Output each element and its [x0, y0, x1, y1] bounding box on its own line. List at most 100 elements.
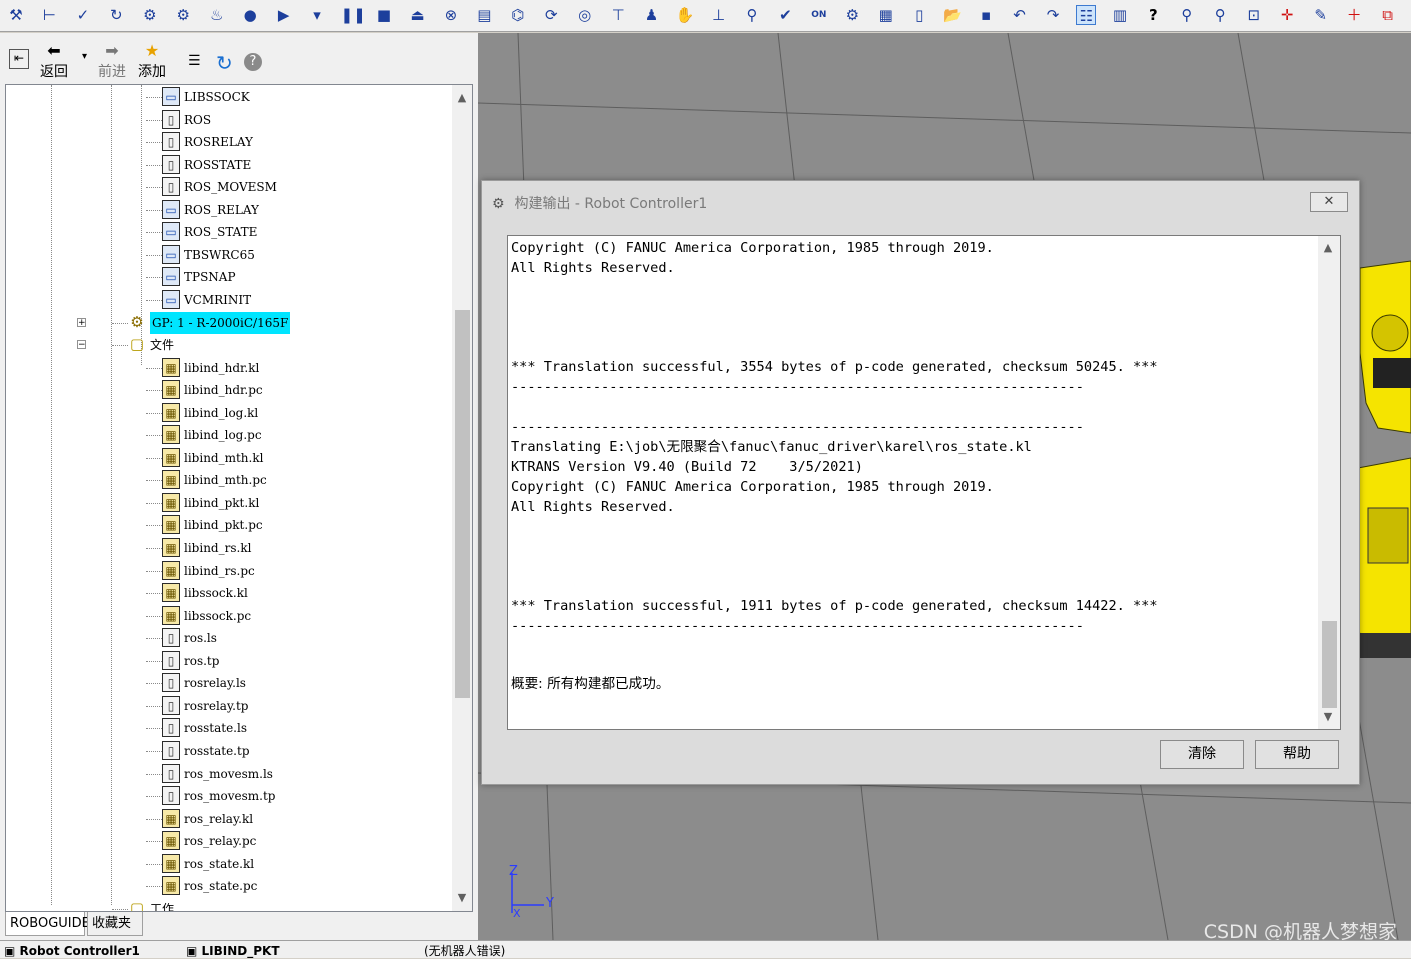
save-icon[interactable]: ▪	[976, 5, 996, 25]
close-button[interactable]: ✕	[1310, 192, 1348, 212]
eject-icon[interactable]: ⏏	[407, 5, 427, 25]
abort-icon[interactable]: ⊗	[441, 5, 461, 25]
tree-item[interactable]: ▭ ROS_STATE	[6, 221, 451, 243]
tree-item[interactable]: ▯ rosrelay.ls	[6, 672, 451, 694]
tree-item[interactable]: ▭ TBSWRC65	[6, 244, 451, 266]
tree-item-work[interactable]: ▢ 工作	[6, 898, 451, 911]
stop-icon[interactable]: ■	[374, 5, 394, 25]
chart-icon[interactable]: ▥	[1110, 5, 1130, 25]
tree-item[interactable]: ▭ VCMRINIT	[6, 289, 451, 311]
zoom-icon[interactable]: ⚲	[1177, 5, 1197, 25]
robot-controller-icon[interactable]: ⌬	[508, 5, 528, 25]
target-icon[interactable]: ◎	[575, 5, 595, 25]
tree-item[interactable]: ▦ libind_rs.pc	[6, 560, 451, 582]
tree-item[interactable]: ▯ ros_movesm.tp	[6, 785, 451, 807]
tree-item[interactable]: ▭ LIBSSOCK	[6, 86, 451, 108]
document-icon[interactable]: ▯	[909, 5, 929, 25]
collapse-icon[interactable]: ⇤	[9, 49, 29, 69]
open-folder-icon[interactable]: 📂	[943, 5, 963, 25]
move-icon[interactable]: ✛	[1277, 5, 1297, 25]
grid-icon[interactable]: ▦	[876, 5, 896, 25]
help-icon[interactable]: ?	[1143, 5, 1163, 25]
record-icon[interactable]: ●	[240, 5, 260, 25]
tree-scrollbar[interactable]: ▲ ▼	[452, 85, 472, 911]
expand-icon[interactable]: +	[77, 317, 86, 327]
measure-icon[interactable]: ⊥	[709, 5, 729, 25]
tree-item[interactable]: ▦ libind_mth.kl	[6, 447, 451, 469]
config-icon[interactable]: ⚙	[842, 5, 862, 25]
add-button[interactable]: ★ 添加	[138, 41, 166, 81]
program-icon[interactable]: ▤	[474, 5, 494, 25]
forward-button[interactable]: ➡ 前进	[98, 41, 126, 81]
tree-item[interactable]: ▦ ros_state.kl	[6, 853, 451, 875]
play-dropdown-icon[interactable]: ▾	[307, 5, 327, 25]
robot-multi-icon[interactable]: ⚙	[140, 5, 160, 25]
fire-icon[interactable]: ♨	[207, 5, 227, 25]
tree-item[interactable]: ▦ ros_relay.pc	[6, 830, 451, 852]
tree-item[interactable]: ▯ ros_movesm.ls	[6, 763, 451, 785]
tree-item[interactable]: ▦ libssock.kl	[6, 582, 451, 604]
tree-view-icon[interactable]: ☰	[188, 53, 201, 69]
user-icon[interactable]: ♟	[642, 5, 662, 25]
refresh-icon[interactable]: ↻	[216, 51, 233, 75]
tree-item[interactable]: ▦ libind_hdr.pc	[6, 379, 451, 401]
tree-item[interactable]: ▭ TPSNAP	[6, 266, 451, 288]
program-check-icon[interactable]: ✔	[775, 5, 795, 25]
scroll-thumb[interactable]	[455, 310, 470, 698]
zoom-window-icon[interactable]: ⊡	[1244, 5, 1264, 25]
zoom-out-icon[interactable]: ⚲	[1210, 5, 1230, 25]
help-button[interactable]: 帮助	[1255, 740, 1339, 769]
tree-item[interactable]: ▦ libind_log.kl	[6, 402, 451, 424]
pin-icon[interactable]: ⊤	[608, 5, 628, 25]
output-scroll-down-icon[interactable]: ▼	[1318, 707, 1338, 727]
tree-item[interactable]: ▯ rosstate.tp	[6, 740, 451, 762]
undo-icon[interactable]: ↶	[1010, 5, 1030, 25]
online-icon[interactable]: ON	[809, 5, 829, 25]
tree-item[interactable]: ▦ ros_state.pc	[6, 875, 451, 897]
tree-item[interactable]: ▦ libssock.pc	[6, 605, 451, 627]
tree-item[interactable]: ▦ libind_hdr.kl	[6, 357, 451, 379]
cell-browser-icon[interactable]: ☷	[1076, 5, 1097, 25]
iteach-icon[interactable]: ⚲	[742, 5, 762, 25]
build-output-textarea[interactable]: Copyright (C) FANUC America Corporation,…	[507, 235, 1341, 730]
tree-item[interactable]: ▯ ROS	[6, 109, 451, 131]
tree-item-robot[interactable]: + ⚙ GP: 1 - R-2000iC/165F	[6, 311, 451, 334]
tree-item[interactable]: ▯ ROSSTATE	[6, 154, 451, 176]
frame-icon[interactable]: ⊢	[39, 5, 59, 25]
sync-icon[interactable]: ⟳	[541, 5, 561, 25]
output-scroll-thumb[interactable]	[1322, 621, 1337, 708]
tree-item[interactable]: ▦ libind_log.pc	[6, 424, 451, 446]
tab-roboguide[interactable]: ROBOGUIDE	[5, 912, 90, 936]
pause-icon[interactable]: ❚❚	[341, 5, 366, 25]
tree-item[interactable]: ▯ ros.tp	[6, 650, 451, 672]
tree-item[interactable]: ▯ rosrelay.tp	[6, 695, 451, 717]
redo-icon[interactable]: ↷	[1043, 5, 1063, 25]
add-icon[interactable]: ＋	[1344, 5, 1364, 25]
tab-favorites[interactable]: 收藏夹	[87, 912, 143, 936]
help-icon[interactable]: ?	[244, 53, 262, 71]
tree-item[interactable]: ▦ libind_rs.kl	[6, 537, 451, 559]
scroll-down-icon[interactable]: ▼	[452, 888, 472, 908]
tree-item-files-folder[interactable]: − ▢ 文件	[6, 334, 451, 356]
draw-icon[interactable]: ✎	[1311, 5, 1331, 25]
tree-item[interactable]: ▯ ROS_MOVESM	[6, 176, 451, 198]
split-icon[interactable]: ⧉	[1378, 5, 1398, 25]
tree-item[interactable]: ▯ ROSRELAY	[6, 131, 451, 153]
output-scrollbar[interactable]: ▲ ▼	[1318, 236, 1340, 729]
frame-check-icon[interactable]: ✓	[73, 5, 93, 25]
hand-icon[interactable]: ✋	[675, 5, 695, 25]
robot-group-icon[interactable]: ⚙	[173, 5, 193, 25]
tree-item[interactable]: ▯ ros.ls	[6, 627, 451, 649]
tool-dropdown-icon[interactable]: ⚒	[6, 5, 26, 25]
output-scroll-up-icon[interactable]: ▲	[1318, 238, 1338, 258]
tree-item[interactable]: ▦ ros_relay.kl	[6, 808, 451, 830]
tree-item[interactable]: ▦ libind_pkt.kl	[6, 492, 451, 514]
scroll-up-icon[interactable]: ▲	[452, 88, 472, 108]
tree-item[interactable]: ▯ rosstate.ls	[6, 717, 451, 739]
clear-button[interactable]: 清除	[1160, 740, 1244, 769]
move-to-icon[interactable]: ↻	[106, 5, 126, 25]
collapse-node-icon[interactable]: −	[77, 340, 86, 350]
back-button[interactable]: ⬅ 返回	[40, 41, 68, 81]
tree-item[interactable]: ▦ libind_pkt.pc	[6, 514, 451, 536]
tree-item[interactable]: ▭ ROS_RELAY	[6, 199, 451, 221]
